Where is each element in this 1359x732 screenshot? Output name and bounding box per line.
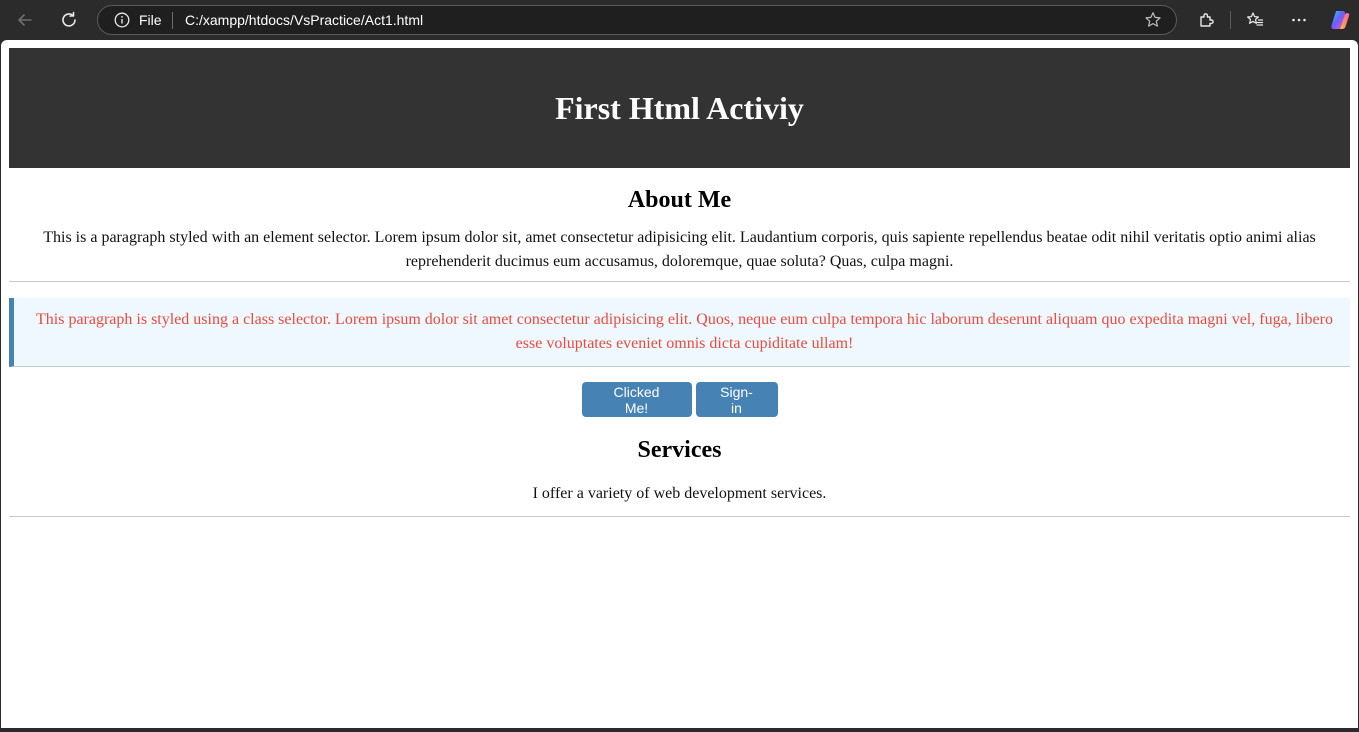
copilot-icon[interactable] (1329, 9, 1351, 31)
back-button[interactable] (11, 6, 39, 34)
browser-toolbar: File C:/xampp/htdocs/VsPractice/Act1.htm… (0, 0, 1359, 40)
highlight-paragraph: This paragraph is styled using a class s… (36, 311, 1333, 352)
info-icon[interactable] (114, 12, 130, 28)
about-paragraph: This is a paragraph styled with an eleme… (43, 229, 1316, 270)
star-icon[interactable] (1144, 11, 1162, 29)
clicked-me-button[interactable]: Clicked Me! (581, 382, 692, 417)
services-heading: Services (637, 437, 722, 463)
sign-in-button[interactable]: Sign-in (695, 382, 778, 417)
page-title: First Html Activiy (555, 89, 804, 126)
services-paragraph: I offer a variety of web development ser… (532, 485, 827, 502)
page-viewport: First Html Activiy About Me This is a pa… (1, 40, 1358, 728)
toolbar-divider (1230, 11, 1231, 29)
highlight-box: This paragraph is styled using a class s… (9, 298, 1350, 367)
favorites-button[interactable] (1241, 6, 1269, 34)
about-section: About Me This is a paragraph styled with… (9, 168, 1350, 282)
favorites-icon (1247, 12, 1264, 26)
address-url[interactable]: C:/xampp/htdocs/VsPractice/Act1.html (185, 12, 423, 29)
extensions-icon (1200, 13, 1214, 27)
site-header: First Html Activiy (9, 48, 1350, 168)
address-scheme: File (139, 12, 162, 28)
button-row: Clicked Me! Sign-in (9, 382, 1350, 417)
window-bottom-edge (0, 728, 1359, 732)
refresh-icon (62, 11, 76, 27)
extensions-button[interactable] (1192, 6, 1220, 34)
page-body: First Html Activiy About Me This is a pa… (9, 48, 1350, 517)
services-section: Services I offer a variety of web develo… (9, 417, 1350, 517)
address-separator (172, 12, 173, 29)
about-heading: About Me (627, 187, 732, 213)
back-arrow-icon (18, 14, 32, 26)
more-button[interactable] (1285, 6, 1313, 34)
refresh-button[interactable] (55, 6, 83, 34)
more-icon (1292, 18, 1306, 22)
address-bar[interactable]: File C:/xampp/htdocs/VsPractice/Act1.htm… (97, 5, 1177, 35)
